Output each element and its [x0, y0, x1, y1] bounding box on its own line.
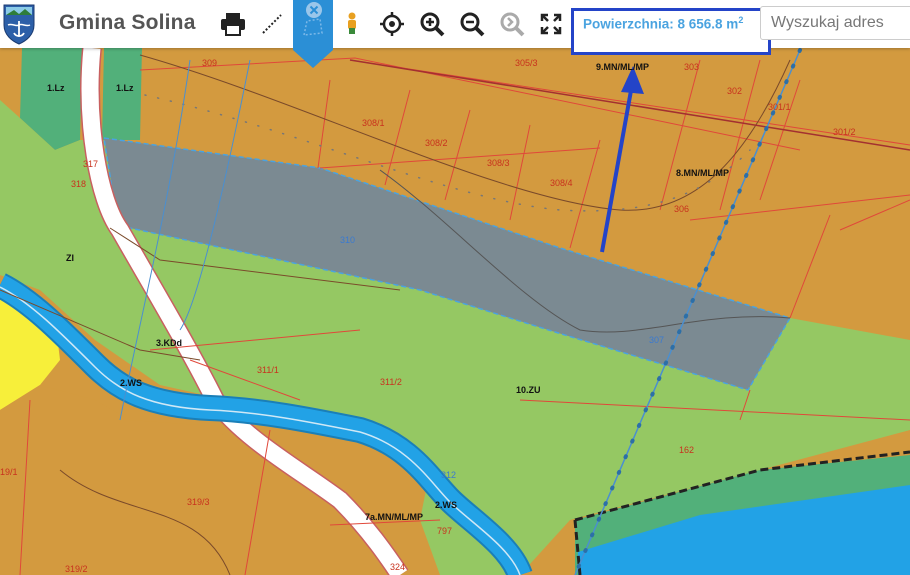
zoom-out-icon [459, 11, 485, 37]
zoom-in-button[interactable] [416, 8, 448, 40]
zoom-next-button[interactable] [496, 8, 528, 40]
zone-forest-1lz-b [102, 48, 142, 140]
label-10zu: 10.ZU [516, 385, 541, 395]
measure-line-icon [260, 12, 284, 36]
coat-of-arms-logo [2, 3, 36, 45]
zoom-next-icon [499, 11, 525, 37]
label-301-1: 301/1 [768, 102, 791, 112]
zoom-in-icon [419, 11, 445, 37]
label-305-3: 305/3 [515, 58, 538, 68]
label-308-3: 308/3 [487, 158, 510, 168]
label-162: 162 [679, 445, 694, 455]
label-2ws-a: 2.WS [120, 378, 142, 388]
label-318: 318 [71, 179, 86, 189]
label-303: 303 [684, 62, 699, 72]
area-measurement-readout: Powierzchnia: 8 656.8 m2 [583, 15, 743, 32]
area-unit-superscript: 2 [738, 15, 744, 25]
app-title: Gmina Solina [59, 11, 196, 34]
close-icon [305, 1, 323, 19]
label-319-1: 19/1 [0, 467, 18, 477]
close-measure-button[interactable] [304, 0, 324, 20]
label-302: 302 [727, 86, 742, 96]
map-canvas[interactable]: 309 305/3 303 302 301/1 301/2 308/1 308/… [0, 0, 910, 575]
measure-area-pointer [293, 50, 333, 68]
label-797: 797 [437, 526, 452, 536]
label-317: 317 [83, 159, 98, 169]
label-312: 312 [441, 470, 456, 480]
label-311-1: 311/1 [257, 365, 279, 375]
street-view-icon [342, 11, 362, 37]
crosshair-icon [379, 11, 405, 37]
locate-button[interactable] [376, 8, 408, 40]
measure-distance-button[interactable] [256, 8, 288, 40]
label-308-2: 308/2 [425, 138, 448, 148]
label-9mn: 9.MN/ML/MP [596, 62, 649, 72]
label-319-2: 319/2 [65, 564, 88, 574]
label-307: 307 [649, 335, 664, 345]
label-1lz-a: 1.Lz [47, 83, 65, 93]
label-301-2: 301/2 [833, 127, 856, 137]
fullscreen-icon [539, 12, 563, 36]
area-measurement-value: Powierzchnia: 8 656.8 m [583, 16, 739, 32]
label-308-1: 308/1 [362, 118, 385, 128]
zoom-out-button[interactable] [456, 8, 488, 40]
label-1lz-b: 1.Lz [116, 83, 134, 93]
label-310: 310 [340, 235, 355, 245]
label-8mn: 8.MN/ML/MP [676, 168, 729, 178]
street-view-button[interactable] [336, 8, 368, 40]
print-button[interactable] [217, 8, 249, 40]
label-311-2: 311/2 [380, 377, 402, 387]
label-7a: 7a.MN/ML/MP [365, 512, 423, 522]
address-search-input[interactable] [760, 6, 910, 40]
label-2ws-b: 2.WS [435, 500, 457, 510]
label-319-3: 319/3 [187, 497, 210, 507]
label-zi: ZI [66, 253, 74, 263]
label-308-4: 308/4 [550, 178, 573, 188]
fullscreen-button[interactable] [535, 8, 567, 40]
label-309: 309 [202, 58, 217, 68]
label-306: 306 [674, 204, 689, 214]
print-icon [220, 12, 246, 36]
label-324: 324 [390, 562, 405, 572]
label-3kdd: 3.KDd [156, 338, 182, 348]
